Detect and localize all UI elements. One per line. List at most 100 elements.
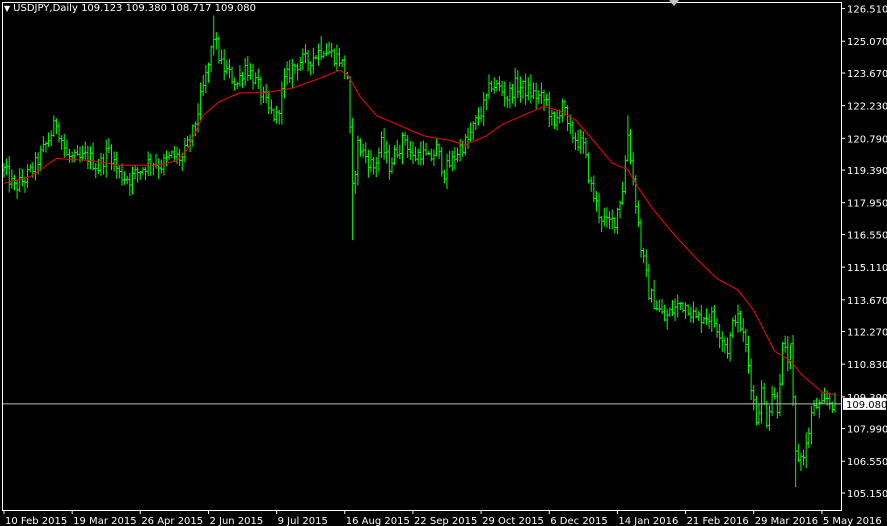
ohlc-bar [172, 146, 176, 162]
ohlc-bar [361, 143, 365, 158]
ohlc-bar [33, 151, 37, 181]
time-axis: 10 Feb 2015 19 Mar 2015 26 Apr 2015 2 Jun 2… [3, 510, 882, 526]
ohlc-bar [728, 332, 732, 362]
x-tick-label: 10 Feb 2015 [5, 516, 67, 526]
ohlc-bar [479, 106, 483, 123]
ohlc-bar [689, 306, 693, 323]
ohlc-bar [529, 74, 533, 104]
ohlc-bar [214, 32, 218, 50]
ohlc-bar [212, 15, 216, 56]
x-tick-label: 2 Jun 2015 [209, 516, 263, 526]
ohlc-bar [151, 162, 155, 176]
ohlc-bar [372, 157, 376, 175]
ohlc-bar [752, 385, 756, 411]
ohlc-bar [639, 218, 643, 258]
ohlc-bar [566, 105, 570, 132]
ohlc-bar [28, 164, 32, 173]
ohlc-bar [83, 141, 87, 160]
ohlc-bar [248, 63, 252, 80]
ohlc-bar [440, 146, 444, 177]
x-tick-label: 9 Jul 2015 [278, 516, 328, 526]
ohlc-bar [272, 108, 276, 122]
ohlc-bar [314, 55, 318, 60]
ohlc-bar [133, 165, 137, 180]
ohlc-bar [644, 249, 648, 278]
ohlc-bar [550, 109, 554, 126]
ohlc-bar [435, 138, 439, 157]
ohlc-bar [626, 115, 630, 162]
ohlc-bar [94, 162, 98, 179]
ohlc-bar [123, 171, 127, 185]
ohlc-bar [306, 49, 310, 72]
ohlc-bar [26, 164, 30, 188]
ohlc-bar [508, 82, 512, 109]
ohlc-bar [327, 41, 331, 55]
ohlc-bar [534, 82, 538, 110]
ohlc-bar [799, 452, 803, 472]
ohlc-bar [57, 122, 61, 143]
ohlc-bar [786, 335, 790, 372]
ohlc-bar [686, 304, 690, 316]
ohlc-bar [796, 443, 800, 463]
ohlc-bar [298, 56, 302, 71]
ohlc-bar [73, 149, 77, 163]
ohlc-bar [319, 36, 323, 61]
ohlc-bar [421, 140, 425, 165]
x-tick-label: 22 Sep 2015 [414, 516, 477, 526]
ohlc-bar [571, 120, 575, 143]
ohlc-bar [149, 153, 153, 176]
ohlc-bar [605, 207, 609, 228]
ohlc-bar [353, 171, 357, 194]
ohlc-bar [476, 107, 480, 126]
ohlc-bar [20, 168, 24, 187]
ohlc-bar [649, 288, 653, 303]
ohlc-bar [225, 60, 229, 75]
ohlc-bar [335, 44, 339, 72]
ohlc-bar [589, 176, 593, 192]
ohlc-bar [830, 401, 834, 413]
ohlc-bar [791, 335, 795, 407]
y-tick-label: 117.950 [847, 199, 887, 210]
x-tick-label: 6 Dec 2015 [550, 516, 608, 526]
ohlc-bar [518, 76, 522, 103]
ohlc-bar [733, 314, 737, 327]
ohlc-bar [432, 149, 436, 166]
ohlc-bar [204, 65, 208, 94]
ohlc-bar [707, 313, 711, 329]
moving-average-line [3, 69, 835, 395]
ohlc-bar [804, 432, 808, 469]
ohlc-bar [393, 145, 397, 166]
ohlc-bar [720, 331, 724, 352]
ohlc-bar [359, 138, 363, 157]
ohlc-bar [474, 115, 478, 131]
ohlc-bar [757, 403, 761, 426]
ohlc-bar [702, 316, 706, 325]
ohlc-bar [526, 77, 530, 101]
ohlc-bar [120, 163, 124, 186]
ohlc-bar [600, 216, 604, 233]
ohlc-bar [107, 138, 111, 154]
ohlc-bar [288, 59, 292, 83]
ohlc-bar [311, 47, 315, 74]
price-axis: 126.510 125.070 123.670 122.230 120.790 119.3… [841, 5, 887, 500]
ohlc-bar [461, 140, 465, 157]
ohlc-bar [657, 299, 661, 312]
ohlc-bar [395, 139, 399, 158]
y-tick-label: 113.670 [847, 296, 887, 307]
ohlc-bar [749, 358, 753, 400]
ohlc-bar [652, 280, 656, 310]
ohlc-bar [416, 148, 420, 165]
ohlc-bar [723, 336, 727, 354]
ohlc-bar [136, 167, 140, 183]
ohlc-bar [815, 397, 819, 409]
ohlc-bar [710, 306, 714, 333]
ohlc-bar [12, 175, 16, 191]
ohlc-bar [560, 98, 564, 123]
ohlc-bar [642, 247, 646, 264]
ohlc-bar [807, 427, 811, 449]
price-chart[interactable]: 126.510 125.070 123.670 122.230 120.790 119.3… [0, 0, 887, 526]
ohlc-bar [403, 132, 407, 146]
ohlc-bar [573, 132, 577, 151]
ohlc-bar [23, 176, 27, 193]
ohlc-bar [222, 49, 226, 81]
